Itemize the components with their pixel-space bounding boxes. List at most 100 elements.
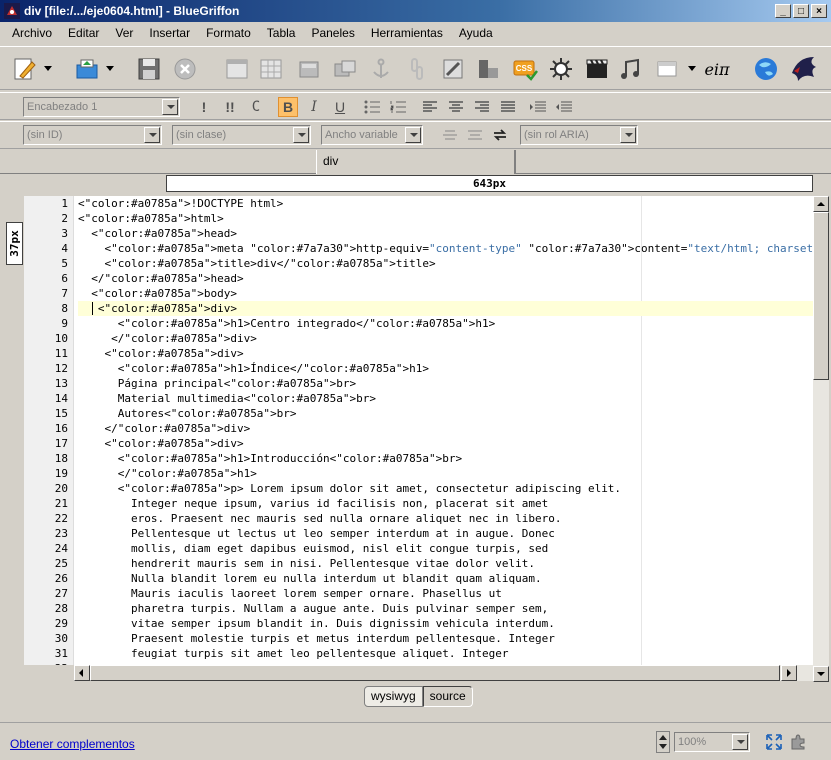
id-select[interactable]: (sin ID)	[23, 125, 162, 145]
chevron-down-icon[interactable]	[732, 734, 748, 750]
chevron-down-icon[interactable]	[162, 99, 178, 115]
justify-button[interactable]	[498, 97, 518, 117]
align-center-button[interactable]	[446, 97, 466, 117]
css-button[interactable]: CSS	[512, 56, 538, 82]
zoom-spinner[interactable]	[656, 731, 670, 753]
code-line[interactable]: <"color:#a0785a">h1>Centro integrado</"c…	[78, 316, 813, 331]
code-line[interactable]: </"color:#a0785a">div>	[78, 421, 813, 436]
tab-div[interactable]: div	[316, 150, 516, 174]
ordered-list-button[interactable]	[388, 97, 408, 117]
insert-window-button[interactable]	[654, 56, 680, 82]
scripts-button[interactable]	[548, 56, 574, 82]
scroll-up-button[interactable]	[813, 196, 829, 212]
insert-formula-button[interactable]: eiπ	[700, 56, 734, 82]
code-line[interactable]: <"color:#a0785a">head>	[78, 226, 813, 241]
code-line[interactable]: <"color:#a0785a">div>	[78, 346, 813, 361]
get-addons-link[interactable]: Obtener complementos	[10, 737, 135, 751]
scroll-left-button[interactable]	[74, 665, 90, 681]
menu-insertar[interactable]: Insertar	[141, 26, 198, 40]
new-document-button[interactable]	[12, 56, 38, 82]
structure-button-2[interactable]	[465, 125, 485, 145]
indent-button[interactable]	[528, 97, 548, 117]
insert-image-button[interactable]	[332, 56, 358, 82]
code-line[interactable]: <"color:#a0785a">div>	[78, 436, 813, 451]
insert-grid-button[interactable]	[258, 56, 284, 82]
code-line[interactable]: pharetra turpis. Nullam a augue ante. Du…	[78, 601, 813, 616]
code-line[interactable]: <"color:#a0785a">!DOCTYPE html>	[78, 196, 813, 211]
code-line[interactable]: </"color:#a0785a">div>	[78, 331, 813, 346]
align-left-button[interactable]	[420, 97, 440, 117]
insert-anchor-button[interactable]	[368, 56, 394, 82]
vertical-scroll-thumb[interactable]	[813, 212, 829, 380]
maximize-button[interactable]: □	[793, 4, 809, 18]
menu-paneles[interactable]: Paneles	[303, 26, 362, 40]
emphasis-button[interactable]: !	[194, 97, 214, 117]
code-line[interactable]: Integer neque ipsum, varius id facilisis…	[78, 496, 813, 511]
code-line[interactable]: Pellentesque ut lectus ut leo semper int…	[78, 526, 813, 541]
zoom-select[interactable]: 100%	[674, 732, 750, 752]
aria-role-select[interactable]: (sin rol ARIA)	[520, 125, 638, 145]
structure-button-1[interactable]	[440, 125, 460, 145]
chevron-down-icon[interactable]	[620, 127, 636, 143]
underline-button[interactable]: U	[330, 97, 350, 117]
align-right-button[interactable]	[472, 97, 492, 117]
fullscreen-button[interactable]	[765, 733, 783, 751]
code-line[interactable]: </"color:#a0785a">h1>	[78, 466, 813, 481]
code-line[interactable]: <"color:#a0785a">body>	[78, 286, 813, 301]
menu-ver[interactable]: Ver	[107, 26, 141, 40]
code-line[interactable]: <"color:#a0785a">meta "color:#7a7a30">ht…	[78, 241, 813, 256]
open-dropdown-icon[interactable]	[106, 66, 114, 72]
code-lines[interactable]: <"color:#a0785a">!DOCTYPE html> <"color:#…	[78, 196, 813, 665]
code-line[interactable]: Material multimedia<"color:#a0785a">br>	[78, 391, 813, 406]
wysiwyg-button[interactable]: wysiwyg	[364, 686, 423, 707]
insert-link-button[interactable]	[404, 56, 430, 82]
code-line[interactable]: <"color:#a0785a">html>	[78, 211, 813, 226]
chevron-down-icon[interactable]	[144, 127, 160, 143]
chevron-down-icon[interactable]	[405, 127, 421, 143]
unordered-list-button[interactable]	[362, 97, 382, 117]
menu-editar[interactable]: Editar	[60, 26, 107, 40]
source-editor[interactable]: 1 2 3 4 5 6 7 8 9 10 11 12 13 14 15 16 17 18 19 20 21 22 23 24 2…	[24, 196, 813, 665]
code-line[interactable]: Mauris iaculis laoreet lorem semper orna…	[78, 586, 813, 601]
code-line[interactable]: vitae semper ipsum blandit in. Duis dign…	[78, 616, 813, 631]
screenshot-button[interactable]	[440, 56, 466, 82]
code-line[interactable]: Nulla blandit lorem eu nulla interdum ut…	[78, 571, 813, 586]
web-button[interactable]	[753, 56, 779, 82]
code-line[interactable]: Praesent molestie turpis et metus interd…	[78, 631, 813, 646]
source-button[interactable]: source	[422, 686, 473, 707]
horizontal-scroll-thumb[interactable]	[90, 665, 780, 681]
code-line[interactable]: Página principal<"color:#a0785a">br>	[78, 376, 813, 391]
code-line[interactable]: Autores<"color:#a0785a">br>	[78, 406, 813, 421]
menu-archivo[interactable]: Archivo	[4, 26, 60, 40]
code-line[interactable]: <"color:#a0785a">p> Lorem ipsum dolor si…	[78, 481, 813, 496]
new-dropdown-icon[interactable]	[44, 66, 52, 72]
code-line[interactable]: hendrerit mauris sem in nisi. Pellentesq…	[78, 556, 813, 571]
chevron-down-icon[interactable]	[293, 127, 309, 143]
code-line[interactable]: eros. Praesent nec mauris sed nulla orna…	[78, 511, 813, 526]
swap-button[interactable]	[490, 125, 510, 145]
insert-form-button[interactable]	[296, 56, 322, 82]
code-button[interactable]: C	[246, 97, 266, 117]
window-dropdown-icon[interactable]	[688, 66, 696, 72]
menu-tabla[interactable]: Tabla	[259, 26, 304, 40]
horizontal-scrollbar[interactable]	[74, 665, 813, 681]
open-button[interactable]	[74, 56, 100, 82]
vertical-scrollbar[interactable]	[813, 196, 829, 682]
insert-video-button[interactable]	[584, 56, 610, 82]
insert-audio-button[interactable]	[618, 56, 644, 82]
layers-button[interactable]	[476, 56, 502, 82]
italic-button[interactable]: I	[304, 97, 324, 117]
outdent-button[interactable]	[554, 97, 574, 117]
bold-button[interactable]: B	[278, 97, 298, 117]
insert-table-button[interactable]	[224, 56, 250, 82]
addons-button[interactable]	[789, 733, 807, 751]
menu-herramientas[interactable]: Herramientas	[363, 26, 451, 40]
paragraph-style-select[interactable]: Encabezado 1	[23, 97, 180, 117]
minimize-button[interactable]: _	[775, 4, 791, 18]
code-line[interactable]: </"color:#a0785a">head>	[78, 271, 813, 286]
strong-emphasis-button[interactable]: !!	[220, 97, 240, 117]
close-button[interactable]: ×	[811, 4, 827, 18]
code-line[interactable]: <"color:#a0785a">h1>Índice</"color:#a078…	[78, 361, 813, 376]
code-line[interactable]: <"color:#a0785a">div>	[78, 301, 813, 316]
menu-formato[interactable]: Formato	[198, 26, 259, 40]
